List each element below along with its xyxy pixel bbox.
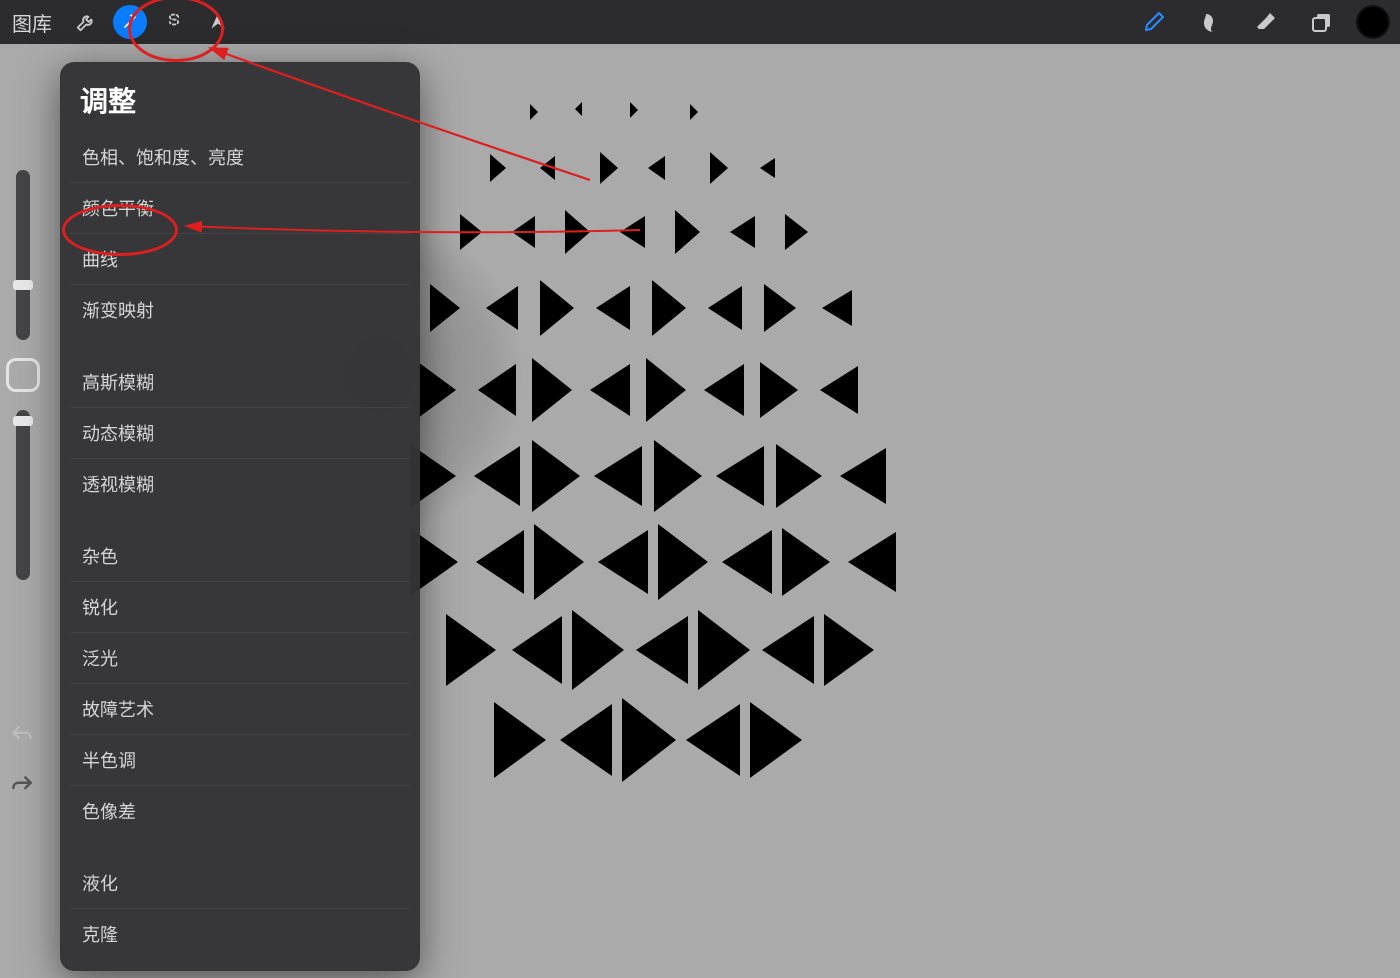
color-swatch[interactable] [1356,5,1390,39]
canvas-artwork [400,84,920,804]
redo-button[interactable] [4,770,40,806]
selection-button[interactable] [152,0,196,44]
modify-button[interactable] [6,358,40,392]
undo-icon [9,723,35,754]
redo-icon [9,773,35,804]
brush-icon [1142,10,1166,34]
actions-button[interactable] [64,0,108,44]
menu-item-noise[interactable]: 杂色 [70,531,410,582]
menu-item-chromatic-aberration[interactable]: 色像差 [70,786,410,836]
brush-size-slider[interactable] [16,170,30,340]
popover-title: 调整 [60,62,420,132]
menu-item-perspective-blur[interactable]: 透视模糊 [70,459,410,509]
brush-opacity-slider[interactable] [16,410,30,580]
menu-item-gaussian-blur[interactable]: 高斯模糊 [70,357,410,408]
transform-button[interactable] [196,0,240,44]
wand-icon [113,5,147,39]
brush-size-thumb[interactable] [13,280,33,290]
menu-item-bloom[interactable]: 泛光 [70,633,410,684]
brush-opacity-thumb[interactable] [13,416,33,426]
menu-item-color-balance[interactable]: 颜色平衡 [70,183,410,234]
selection-s-icon [164,12,184,32]
menu-item-liquify[interactable]: 液化 [70,858,410,909]
wrench-icon [75,11,97,33]
menu-item-halftone[interactable]: 半色调 [70,735,410,786]
smudge-button[interactable] [1188,0,1232,44]
gallery-button[interactable]: 图库 [12,8,52,37]
menu-item-clone[interactable]: 克隆 [70,909,410,959]
top-toolbar: 图库 [0,0,1400,44]
menu-item-hsb[interactable]: 色相、饱和度、亮度 [70,132,410,183]
arrow-cursor-icon [208,12,228,32]
side-slider-panel [0,170,46,580]
brush-button[interactable] [1132,0,1176,44]
menu-item-sharpen[interactable]: 锐化 [70,582,410,633]
undo-button[interactable] [4,720,40,756]
menu-item-curves[interactable]: 曲线 [70,234,410,285]
eraser-icon [1254,10,1278,34]
adjustments-button[interactable] [108,0,152,44]
layers-icon [1310,10,1334,34]
menu-item-motion-blur[interactable]: 动态模糊 [70,408,410,459]
eraser-button[interactable] [1244,0,1288,44]
menu-item-glitch[interactable]: 故障艺术 [70,684,410,735]
adjustments-popover: 调整 色相、饱和度、亮度 颜色平衡 曲线 渐变映射 高斯模糊 动态模糊 透视模糊… [60,62,420,971]
layers-button[interactable] [1300,0,1344,44]
smudge-icon [1198,10,1222,34]
menu-item-gradient-map[interactable]: 渐变映射 [70,285,410,335]
